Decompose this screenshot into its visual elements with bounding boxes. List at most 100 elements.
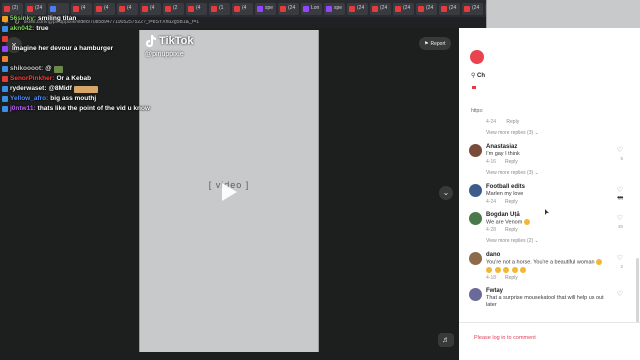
tab-label: (24	[449, 5, 457, 11]
chat-username: SenorPinkher:	[10, 74, 55, 82]
like-heart-icon[interactable]: ♡	[617, 290, 623, 298]
commenter-name[interactable]: Bogdan Uță	[486, 211, 635, 219]
chat-badge-icon	[2, 76, 8, 82]
emoji-icon	[596, 259, 603, 266]
chat-badge-icon	[2, 16, 8, 22]
reply-link[interactable]: Reply	[505, 275, 518, 281]
tab-favicon-icon	[418, 5, 424, 12]
commenter-name[interactable]: Fwtay	[486, 287, 635, 295]
tab-favicon-icon	[27, 5, 33, 12]
browser-tab[interactable]: (4	[71, 2, 92, 15]
more-options-icon[interactable]: •••	[617, 193, 623, 202]
browser-tab[interactable]: (2)	[2, 2, 23, 15]
like-heart-icon[interactable]: ♡	[617, 146, 623, 154]
chevron-down-icon: ⌄	[534, 130, 539, 136]
commenter-name[interactable]: Anastasiaz	[486, 143, 635, 151]
panel-url-label: https:	[471, 108, 484, 114]
reply-link[interactable]: Reply	[505, 199, 518, 205]
tab-label: (2)	[12, 5, 19, 11]
browser-tab[interactable]: (24	[347, 2, 368, 15]
login-to-comment-link[interactable]: Please log in to comment	[474, 335, 536, 341]
chat-message-text: @	[45, 64, 52, 72]
tab-favicon-icon	[73, 5, 79, 12]
tab-label: (2	[173, 5, 178, 11]
tab-favicon-icon	[257, 5, 263, 12]
comment-text-body: We are Venom	[486, 219, 523, 226]
reply-link[interactable]: Reply	[505, 227, 518, 233]
chat-badge-icon	[2, 36, 8, 42]
chat-message: 56sinky: smiling titan	[2, 14, 242, 24]
tab-label: Lon	[311, 5, 320, 11]
chat-message-text: thats like the point of the vid u know	[37, 104, 150, 112]
comment-item: Fwtay That a surprise mousekatool that wi…	[469, 287, 635, 309]
view-more-replies-label: View more replies (3)	[486, 130, 534, 136]
browser-tab[interactable]: (24	[25, 2, 46, 15]
browser-tab[interactable]: (24	[370, 2, 391, 15]
location-pin-icon: ⚲	[471, 73, 476, 79]
commenter-avatar[interactable]	[469, 184, 482, 197]
browser-tab[interactable]: (4	[117, 2, 138, 15]
comment-meta: 4-28 Reply	[469, 226, 635, 235]
comment-meta: 4-24 Reply	[469, 198, 635, 207]
tab-label: (24	[403, 5, 411, 11]
tab-favicon-icon	[50, 5, 56, 12]
view-more-replies[interactable]: View more replies (3) ⌄	[469, 127, 635, 139]
browser-tab[interactable]: (4	[232, 2, 253, 15]
commenter-name[interactable]: dano	[486, 251, 635, 259]
chat-message: ryderwaset: @8Midf	[2, 84, 242, 94]
chat-badge-icon	[2, 26, 8, 32]
commenter-avatar[interactable]	[469, 212, 482, 225]
tab-label: (4	[81, 5, 86, 11]
browser-tab[interactable]: (1	[209, 2, 230, 15]
browser-tab[interactable]: spe	[324, 2, 345, 15]
browser-tab[interactable]: (24	[416, 2, 437, 15]
like-count: 2	[620, 264, 623, 270]
browser-tab[interactable]: (2	[163, 2, 184, 15]
browser-tab[interactable]: (4	[94, 2, 115, 15]
comment-item: dano You're not a horse. You're a beautif…	[469, 251, 635, 274]
browser-tab[interactable]: (4	[186, 2, 207, 15]
view-more-replies[interactable]: View more replies (3) ⌄	[469, 167, 635, 179]
browser-tab[interactable]: (24	[462, 2, 483, 15]
browser-tab[interactable]: (24	[393, 2, 414, 15]
browser-tab[interactable]: (4	[140, 2, 161, 15]
commenter-avatar[interactable]	[469, 144, 482, 157]
comment-text: We are Venom	[486, 219, 610, 226]
like-heart-icon[interactable]: ♡	[617, 214, 623, 222]
like-heart-icon[interactable]: ♡	[617, 254, 623, 262]
creator-avatar[interactable]	[470, 50, 484, 64]
chat-username: j0ntw11:	[10, 104, 36, 112]
comment-text-body: I'm gay I think	[486, 151, 520, 157]
emoji-icon	[486, 266, 492, 273]
tab-favicon-icon	[188, 5, 194, 12]
browser-tab[interactable]: Lon	[301, 2, 322, 15]
tab-label: (4	[127, 5, 132, 11]
browser-tab[interactable]: (24	[439, 2, 460, 15]
chat-badge-icon	[2, 46, 8, 52]
tab-label: (24	[288, 5, 296, 11]
speaker-icon[interactable]: ♬	[438, 333, 454, 347]
chat-message-text: imagine her devour a hamburger	[12, 44, 114, 52]
like-count: 30	[617, 224, 623, 229]
reply-link[interactable]: Reply	[506, 119, 519, 125]
browser-tab[interactable]	[48, 2, 69, 15]
reply-link[interactable]: Reply	[505, 159, 518, 165]
report-button[interactable]: ⚑ Report	[419, 37, 451, 50]
view-more-replies[interactable]: View more replies (2) ⌄	[469, 235, 635, 247]
commenter-avatar[interactable]	[469, 288, 482, 302]
comment-item: Bogdan Uță We are Venom ♡ 30	[469, 211, 635, 229]
commenter-avatar[interactable]	[469, 252, 482, 266]
tab-label: (4	[196, 5, 201, 11]
comment-text: Marlen my love	[486, 191, 610, 198]
browser-tab[interactable]: (24	[278, 2, 299, 15]
tab-favicon-icon	[395, 5, 401, 12]
chat-message-text: Or a Kebab	[56, 74, 92, 82]
chat-message	[2, 54, 242, 64]
flag-icon: ⚑	[424, 40, 429, 47]
play-icon[interactable]	[220, 182, 238, 202]
browser-tab[interactable]: spe	[255, 2, 276, 15]
chevron-down-icon[interactable]: ⌄	[439, 186, 453, 200]
tab-favicon-icon	[326, 5, 332, 12]
like-count: 5	[620, 156, 623, 161]
commenter-name[interactable]: Football edits	[486, 183, 635, 191]
